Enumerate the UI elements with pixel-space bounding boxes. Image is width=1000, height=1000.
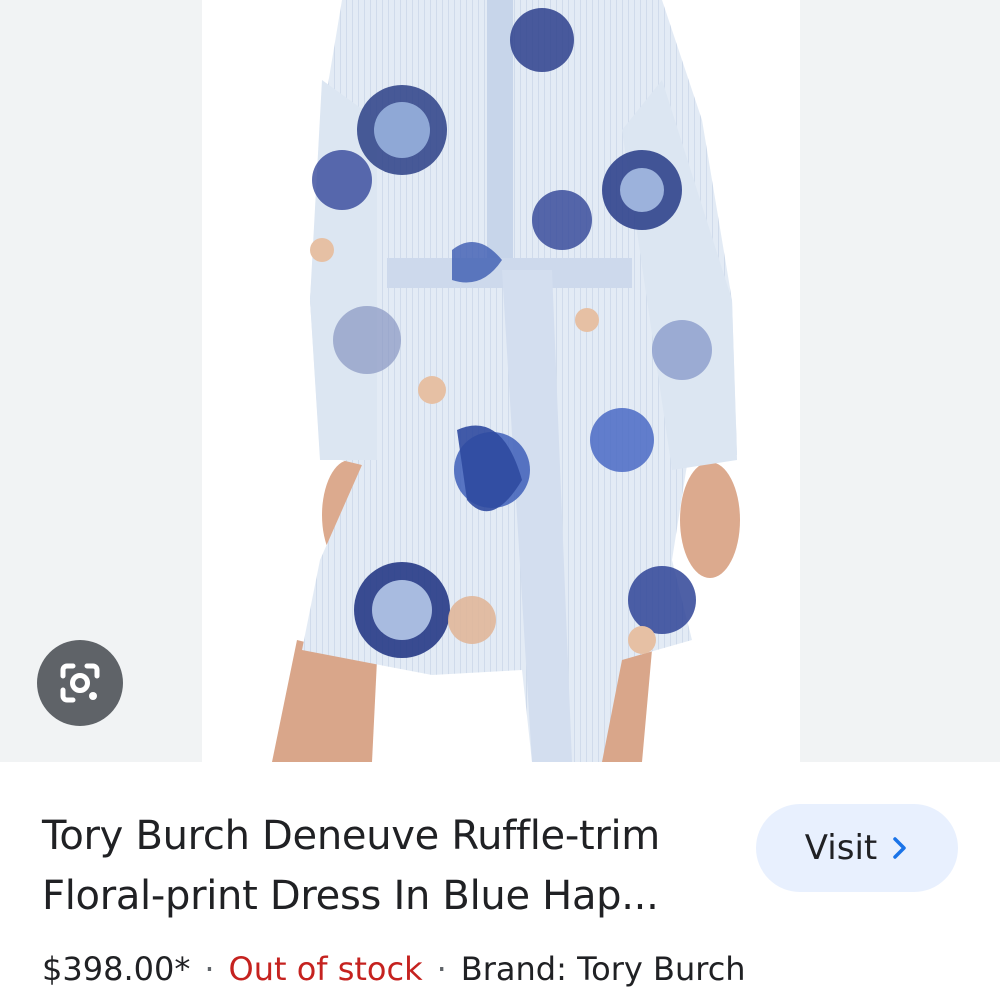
visit-button[interactable]: Visit — [756, 804, 958, 892]
product-title-line2: Floral-print Dress In Blue Hap... — [42, 873, 659, 919]
separator-dot: · — [204, 950, 215, 988]
product-title-line1: Tory Burch Deneuve Ruffle-trim — [42, 813, 660, 859]
stock-status: Out of stock — [228, 950, 423, 988]
product-title[interactable]: Tory Burch Deneuve Ruffle-trim Floral-pr… — [42, 806, 732, 926]
product-meta: $398.00* · Out of stock · Brand: Tory Burch — [42, 950, 746, 988]
image-viewer — [0, 0, 1000, 762]
google-lens-icon — [60, 663, 100, 703]
brand: Brand: Tory Burch — [460, 950, 746, 988]
chevron-right-icon — [893, 837, 906, 859]
separator-dot: · — [436, 950, 447, 988]
google-lens-button[interactable] — [37, 640, 123, 726]
visit-label: Visit — [804, 828, 878, 868]
product-image[interactable] — [202, 0, 800, 762]
floral-dress-illustration — [272, 0, 740, 762]
price: $398.00* — [42, 950, 191, 988]
product-info-panel: Tory Burch Deneuve Ruffle-trim Floral-pr… — [0, 762, 1000, 1000]
